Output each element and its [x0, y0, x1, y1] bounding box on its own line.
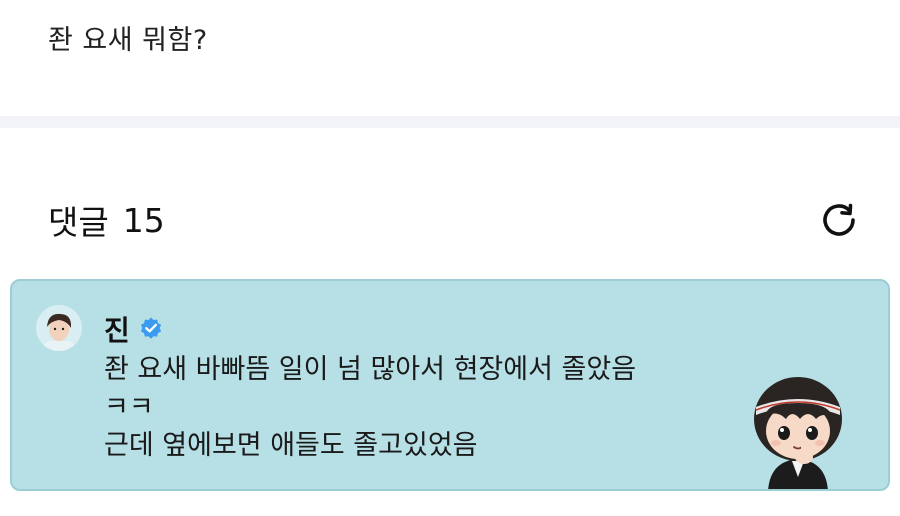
comment-line: 좐 요새 바빠뜸 일이 넘 많아서 현장에서 졸았음 — [104, 354, 637, 385]
author-name[interactable]: 진 — [104, 309, 130, 349]
verified-badge-icon — [140, 317, 161, 339]
comments-count: 15 — [122, 200, 165, 240]
comment-body: 좐 요새 바빠뜸 일이 넘 많아서 현장에서 졸았음 ㅋㅋ 근데 옆에보면 애들… — [104, 351, 636, 465]
comments-title: 댓글 15 — [48, 196, 165, 244]
comment-card: 진 좐 요새 바빠뜸 일이 넘 많아서 현장에서 졸았음 ㅋㅋ 근데 옆에보면 … — [10, 279, 890, 491]
section-divider — [0, 116, 900, 128]
comments-label: 댓글 — [48, 203, 109, 242]
comment-line: ㅋㅋ — [104, 392, 154, 423]
refresh-icon — [823, 203, 855, 236]
avatar-image — [36, 305, 82, 351]
character-sticker-icon — [754, 377, 842, 489]
post-text: 좐 요새 뭐함? — [48, 25, 208, 56]
comment-line: 근데 옆에보면 애들도 졸고있었음 — [104, 430, 478, 461]
avatar[interactable] — [36, 305, 82, 351]
refresh-button[interactable] — [814, 195, 864, 245]
comments-header: 댓글 15 — [48, 198, 860, 242]
author-row: 진 — [104, 309, 164, 349]
